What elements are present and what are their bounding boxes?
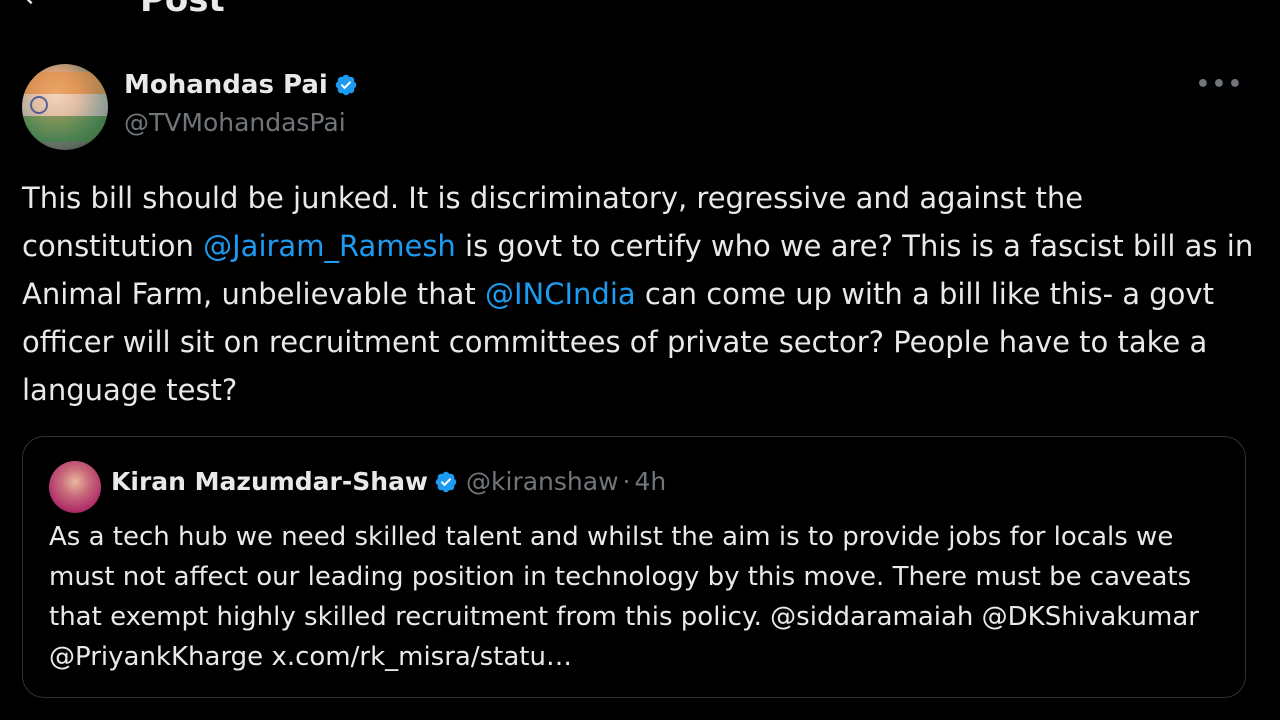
verified-badge-icon bbox=[334, 73, 358, 104]
quoted-tweet-card[interactable]: Kiran Mazumdar-Shaw @kiranshaw · 4h As a te… bbox=[22, 436, 1246, 698]
quote-timestamp[interactable]: 4h bbox=[635, 467, 667, 496]
author-avatar[interactable] bbox=[22, 64, 108, 150]
author-handle[interactable]: @TVMohandasPai bbox=[124, 108, 346, 137]
more-horizontal-icon[interactable]: ••• bbox=[1196, 72, 1244, 97]
page-title: Post bbox=[140, 0, 225, 20]
arrow-left-icon[interactable]: ← bbox=[24, 0, 47, 12]
quote-author-name[interactable]: Kiran Mazumdar-Shaw bbox=[111, 467, 428, 496]
verified-badge-icon bbox=[434, 470, 458, 500]
quote-text: As a tech hub we need skilled talent and… bbox=[49, 522, 1199, 672]
separator-dot: · bbox=[622, 467, 631, 496]
author-name-row[interactable]: Mohandas Pai bbox=[124, 70, 358, 104]
quote-author-row: Kiran Mazumdar-Shaw @kiranshaw · 4h bbox=[111, 467, 666, 500]
mention-link[interactable]: @INCIndia bbox=[485, 277, 636, 311]
post-page: ← Post Mohandas Pai @TVMohandasPai ••• T… bbox=[0, 0, 1280, 720]
tweet-author: Mohandas Pai @TVMohandasPai ••• bbox=[22, 64, 1258, 150]
quote-author-handle[interactable]: @kiranshaw bbox=[466, 467, 619, 496]
quote-author-avatar[interactable] bbox=[49, 461, 101, 513]
mention-link[interactable]: @Jairam_Ramesh bbox=[203, 229, 456, 263]
tweet-text: This bill should be junked. It is discri… bbox=[22, 174, 1262, 414]
author-name[interactable]: Mohandas Pai bbox=[124, 70, 328, 100]
top-bar: ← Post bbox=[0, 0, 1280, 20]
